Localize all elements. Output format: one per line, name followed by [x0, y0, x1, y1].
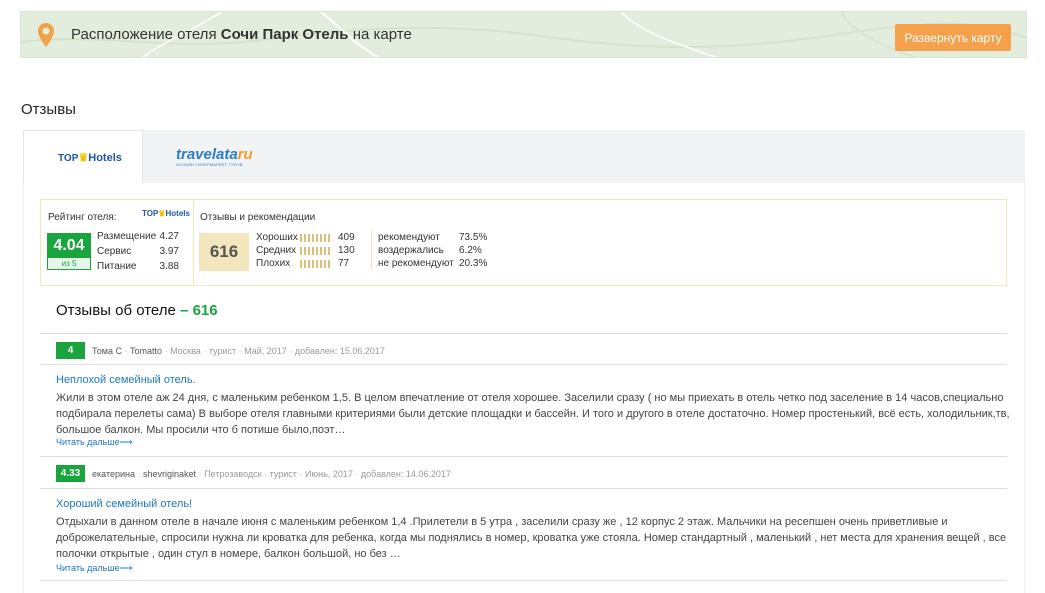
review-nick[interactable]: Tomatto	[130, 346, 162, 356]
review-meta: екатерина · shevriginaket · Петрозаводск…	[92, 469, 451, 479]
read-more-link[interactable]: Читать дальше⟶	[56, 437, 133, 448]
reviews-total-count: 616	[199, 233, 249, 271]
review-source-tabs: TOP♛Hotels travelataru ОНЛАЙН ГИПЕРМАРКЕ…	[23, 130, 1025, 185]
expand-map-button[interactable]: Развернуть карту	[895, 24, 1011, 51]
review-title-link[interactable]: Неплохой семейный отель.	[56, 374, 196, 386]
percent-recommend: рекомендуют 73.5%	[378, 232, 488, 243]
review-title-link[interactable]: Хороший семейный отель!	[56, 498, 192, 510]
review-meta: Тома С · Tomatto · Москва · турист · Май…	[92, 346, 385, 356]
divider	[40, 364, 1007, 365]
travelata-logo: travelataru ОНЛАЙН ГИПЕРМАРКЕТ ТУРОВ	[176, 146, 253, 167]
grade-bar	[300, 260, 331, 268]
grade-good: Хороших 409	[256, 232, 355, 243]
divider	[40, 333, 1007, 334]
grade-average: Средних 130	[256, 245, 355, 256]
rating-summary: Рейтинг отеля: TOP♛Hotels 4.04 из 5 Разм…	[40, 199, 1007, 286]
percent-abstained: воздержались 6.2%	[378, 245, 482, 256]
divider	[371, 230, 372, 270]
grade-bar	[300, 247, 331, 255]
sub-rating-accommodation: Размещение 4.27	[97, 231, 179, 242]
tophotels-mini-logo: TOP♛Hotels	[142, 209, 190, 218]
recommendations-title: Отзывы и рекомендации	[200, 212, 316, 223]
divider	[40, 456, 1007, 457]
sub-rating-food: Питание 3.88	[97, 261, 179, 272]
grade-bad: Плохих 77	[256, 258, 350, 269]
rating-label: Рейтинг отеля:	[48, 212, 117, 223]
overall-score-scale: из 5	[48, 258, 90, 269]
overall-score-value: 4.04	[48, 234, 90, 258]
overall-score: 4.04 из 5	[47, 233, 91, 270]
map-banner[interactable]: Расположение отеля Сочи Парк Отель на ка…	[20, 11, 1027, 58]
review-author[interactable]: екатерина	[92, 469, 135, 479]
crown-icon: ♛	[78, 152, 89, 164]
review-text: Жили в этом отеле аж 24 дня, с маленьким…	[56, 392, 1010, 436]
read-more-link[interactable]: Читать дальше⟶	[56, 563, 133, 574]
sub-rating-service: Сервис 3.97	[97, 246, 179, 257]
reviews-heading: Отзывы	[21, 101, 76, 118]
map-title: Расположение отеля Сочи Парк Отель на ка…	[71, 26, 412, 43]
review-score: 4	[56, 342, 85, 359]
divider	[40, 488, 1007, 489]
divider	[40, 580, 1007, 581]
review-author[interactable]: Тома С	[92, 346, 122, 356]
map-pin-icon	[37, 22, 55, 53]
review-text: Отдыхали в данном отеле в начале июня с …	[56, 516, 1007, 560]
hotel-rating-panel: Рейтинг отеля: TOP♛Hotels 4.04 из 5 Разм…	[41, 200, 194, 285]
review-score: 4.33	[56, 465, 85, 482]
tab-tophotels[interactable]: TOP♛Hotels	[23, 130, 143, 185]
tab-travelata[interactable]: travelataru ОНЛАЙН ГИПЕРМАРКЕТ ТУРОВ	[144, 130, 284, 184]
grade-bar	[300, 234, 331, 242]
review-nick[interactable]: shevriginaket	[143, 469, 196, 479]
reviews-list-title: Отзывы об отеле – 616	[56, 302, 218, 319]
tophotels-logo: TOP♛Hotels	[58, 152, 122, 164]
percent-not-recommend: не рекомендуют 20.3%	[378, 258, 488, 269]
